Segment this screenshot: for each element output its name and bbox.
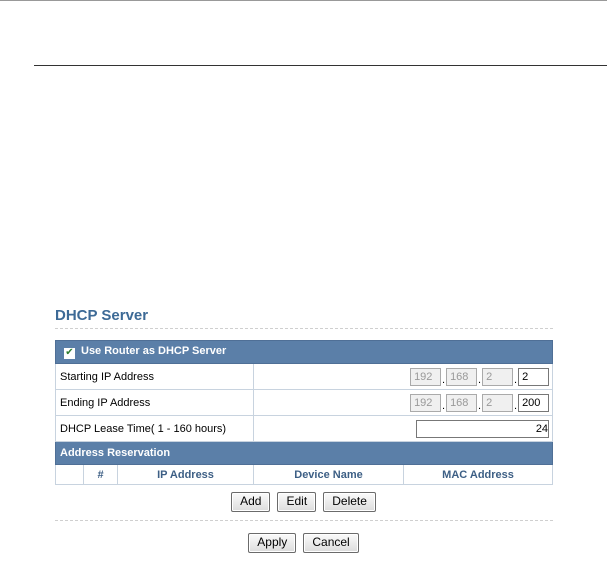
- starting-ip-octet-3: 2: [482, 367, 514, 386]
- dhcp-enable-header: ✔ Use Router as DHCP Server: [54, 340, 554, 364]
- lease-time-field: 24: [252, 415, 554, 442]
- delete-button[interactable]: Delete: [323, 492, 376, 512]
- ending-ip-field: 192. 168. 2. 200: [252, 389, 554, 416]
- starting-ip-label: Starting IP Address: [55, 363, 254, 390]
- use-router-dhcp-label: Use Router as DHCP Server: [81, 345, 227, 357]
- starting-ip-octet-1: 192: [410, 367, 442, 386]
- column-header-index: #: [83, 464, 118, 485]
- starting-ip-octet-4-input[interactable]: 2: [518, 367, 550, 386]
- form-actions: Apply Cancel: [55, 533, 552, 553]
- column-header-ip-address: IP Address: [117, 464, 254, 485]
- ending-ip-octet-2: 168: [446, 393, 478, 412]
- edit-button[interactable]: Edit: [277, 492, 317, 512]
- ending-ip-octet-4-input[interactable]: 200: [518, 393, 550, 412]
- apply-button[interactable]: Apply: [248, 533, 297, 553]
- lease-time-label: DHCP Lease Time( 1 - 160 hours): [55, 415, 254, 442]
- ending-ip-label: Ending IP Address: [55, 389, 254, 416]
- lease-time-input[interactable]: 24: [416, 419, 550, 438]
- column-header-device-name: Device Name: [253, 464, 404, 485]
- address-reservation-header: Address Reservation: [54, 441, 554, 465]
- page-title: DHCP Server: [55, 307, 149, 324]
- cancel-button[interactable]: Cancel: [303, 533, 359, 553]
- header-divider: [34, 65, 607, 66]
- starting-ip-field: 192. 168. 2. 2: [252, 363, 554, 390]
- top-border: [0, 0, 607, 1]
- bottom-divider: [55, 520, 553, 521]
- column-header-mac-address: MAC Address: [402, 464, 554, 485]
- title-divider: [55, 328, 553, 329]
- starting-ip-octet-2: 168: [446, 367, 478, 386]
- reservation-column-headers: # IP Address Device Name MAC Address: [55, 464, 554, 485]
- add-button[interactable]: Add: [231, 492, 271, 512]
- use-router-dhcp-checkbox[interactable]: ✔: [64, 348, 75, 359]
- reservation-actions: Add Edit Delete: [55, 492, 552, 512]
- ending-ip-octet-3: 2: [482, 393, 514, 412]
- ending-ip-octet-1: 192: [410, 393, 442, 412]
- dhcp-settings-table: ✔ Use Router as DHCP Server Starting IP A…: [54, 340, 554, 485]
- reservation-select-column: [55, 464, 84, 485]
